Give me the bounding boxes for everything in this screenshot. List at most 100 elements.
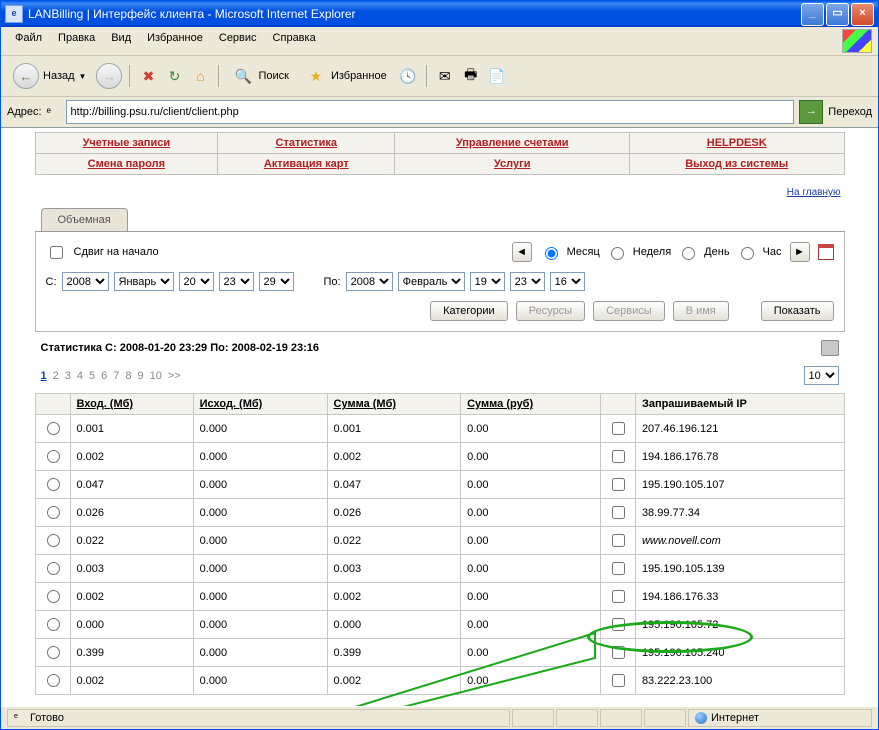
to-name-button[interactable]: В имя <box>673 301 729 321</box>
page-10[interactable]: 10 <box>150 370 162 382</box>
cell-sum: 0.001 <box>327 415 461 443</box>
stop-icon[interactable]: ✖ <box>137 65 159 87</box>
cell-sum: 0.399 <box>327 639 461 667</box>
menu-help[interactable]: Справка <box>265 29 324 53</box>
row-checkbox[interactable] <box>612 506 625 519</box>
back-button[interactable]: ←Назад▼ <box>7 60 92 92</box>
row-checkbox[interactable] <box>612 450 625 463</box>
from-year-select[interactable]: 2008 <box>62 272 109 291</box>
row-checkbox[interactable] <box>612 646 625 659</box>
from-month-select[interactable]: Январь <box>114 272 174 291</box>
services-button[interactable]: Сервисы <box>593 301 665 321</box>
address-input[interactable] <box>66 100 795 124</box>
range-day-radio[interactable] <box>682 247 695 260</box>
page-8[interactable]: 8 <box>125 370 131 382</box>
restore-button[interactable]: ▭ <box>826 3 849 26</box>
col-rub[interactable]: Сумма (руб) <box>461 394 601 415</box>
nav-accounts-mgmt[interactable]: Управление счетами <box>456 137 569 149</box>
nav-services[interactable]: Услуги <box>494 158 531 170</box>
search-button[interactable]: 🔍Поиск <box>226 62 294 90</box>
shift-checkbox[interactable] <box>50 246 63 259</box>
to-hour-select[interactable]: 23 <box>510 272 545 291</box>
range-hour-radio[interactable] <box>741 247 754 260</box>
page-7[interactable]: 7 <box>113 370 119 382</box>
refresh-icon[interactable]: ↻ <box>163 65 185 87</box>
go-button[interactable]: → <box>799 100 823 124</box>
calendar-icon[interactable] <box>818 244 834 260</box>
home-icon[interactable]: ⌂ <box>189 65 211 87</box>
nav-accounts[interactable]: Учетные записи <box>83 137 171 149</box>
row-checkbox[interactable] <box>612 562 625 575</box>
nav-cards[interactable]: Активация карт <box>264 158 349 170</box>
page-3[interactable]: 3 <box>65 370 71 382</box>
to-year-select[interactable]: 2008 <box>346 272 393 291</box>
minimize-button[interactable]: _ <box>801 3 824 26</box>
page-6[interactable]: 6 <box>101 370 107 382</box>
nav-password[interactable]: Смена пароля <box>88 158 165 170</box>
menu-view[interactable]: Вид <box>103 29 139 53</box>
show-button[interactable]: Показать <box>761 301 834 321</box>
print-icon[interactable] <box>821 340 839 356</box>
history-icon[interactable]: 🕓 <box>397 65 419 87</box>
resources-button[interactable]: Ресурсы <box>516 301 585 321</box>
nav-helpdesk[interactable]: HELPDESK <box>707 137 767 149</box>
menu-file[interactable]: Файл <box>7 29 50 53</box>
row-radio[interactable] <box>47 450 60 463</box>
menu-service[interactable]: Сервис <box>211 29 265 53</box>
favorites-button[interactable]: ★Избранное <box>299 62 393 90</box>
nav-stats[interactable]: Статистика <box>276 137 338 149</box>
to-month-select[interactable]: Февраль <box>398 272 465 291</box>
nav-logout[interactable]: Выход из системы <box>685 158 788 170</box>
row-radio[interactable] <box>47 478 60 491</box>
page-2[interactable]: 2 <box>53 370 59 382</box>
cell-in: 0.047 <box>70 471 193 499</box>
row-checkbox[interactable] <box>612 478 625 491</box>
range-week-radio[interactable] <box>611 247 624 260</box>
categories-button[interactable]: Категории <box>430 301 508 321</box>
next-period-button[interactable]: ► <box>790 242 810 262</box>
row-radio[interactable] <box>47 562 60 575</box>
table-row: 0.0020.0000.0020.0083.222.23.100 <box>35 667 844 695</box>
row-checkbox[interactable] <box>612 590 625 603</box>
table-row: 0.0470.0000.0470.00195.190.105.107 <box>35 471 844 499</box>
col-in[interactable]: Вход. (Мб) <box>70 394 193 415</box>
perpage-select[interactable]: 10 <box>804 366 839 385</box>
col-out[interactable]: Исход. (Мб) <box>193 394 327 415</box>
page-next[interactable]: >> <box>168 370 181 382</box>
row-radio[interactable] <box>47 590 60 603</box>
row-radio[interactable] <box>47 506 60 519</box>
page-9[interactable]: 9 <box>138 370 144 382</box>
row-radio[interactable] <box>47 674 60 687</box>
row-radio[interactable] <box>47 534 60 547</box>
row-checkbox[interactable] <box>612 422 625 435</box>
page-1[interactable]: 1 <box>41 370 47 382</box>
cell-sum: 0.022 <box>327 527 461 555</box>
mail-icon[interactable]: ✉ <box>434 65 456 87</box>
col-sum[interactable]: Сумма (Мб) <box>327 394 461 415</box>
to-min-select[interactable]: 16 <box>550 272 585 291</box>
row-checkbox[interactable] <box>612 534 625 547</box>
row-radio[interactable] <box>47 618 60 631</box>
from-min-select[interactable]: 29 <box>259 272 294 291</box>
page-4[interactable]: 4 <box>77 370 83 382</box>
edit-icon[interactable]: 📄 <box>486 65 508 87</box>
row-radio[interactable] <box>47 646 60 659</box>
close-button[interactable]: × <box>851 3 874 26</box>
home-link[interactable]: На главную <box>787 187 841 198</box>
prev-period-button[interactable]: ◄ <box>512 242 532 262</box>
forward-button[interactable]: → <box>96 63 122 89</box>
cell-rub: 0.00 <box>461 639 601 667</box>
row-radio[interactable] <box>47 422 60 435</box>
menu-favorites[interactable]: Избранное <box>139 29 211 53</box>
page-5[interactable]: 5 <box>89 370 95 382</box>
from-hour-select[interactable]: 23 <box>219 272 254 291</box>
row-checkbox[interactable] <box>612 674 625 687</box>
tab-volume[interactable]: Объемная <box>41 208 128 231</box>
from-day-select[interactable]: 20 <box>179 272 214 291</box>
row-checkbox[interactable] <box>612 618 625 631</box>
range-month-radio[interactable] <box>545 247 558 260</box>
go-label[interactable]: Переход <box>828 106 872 118</box>
menu-edit[interactable]: Правка <box>50 29 103 53</box>
to-day-select[interactable]: 19 <box>470 272 505 291</box>
print-icon[interactable]: 🖶 <box>460 65 482 87</box>
